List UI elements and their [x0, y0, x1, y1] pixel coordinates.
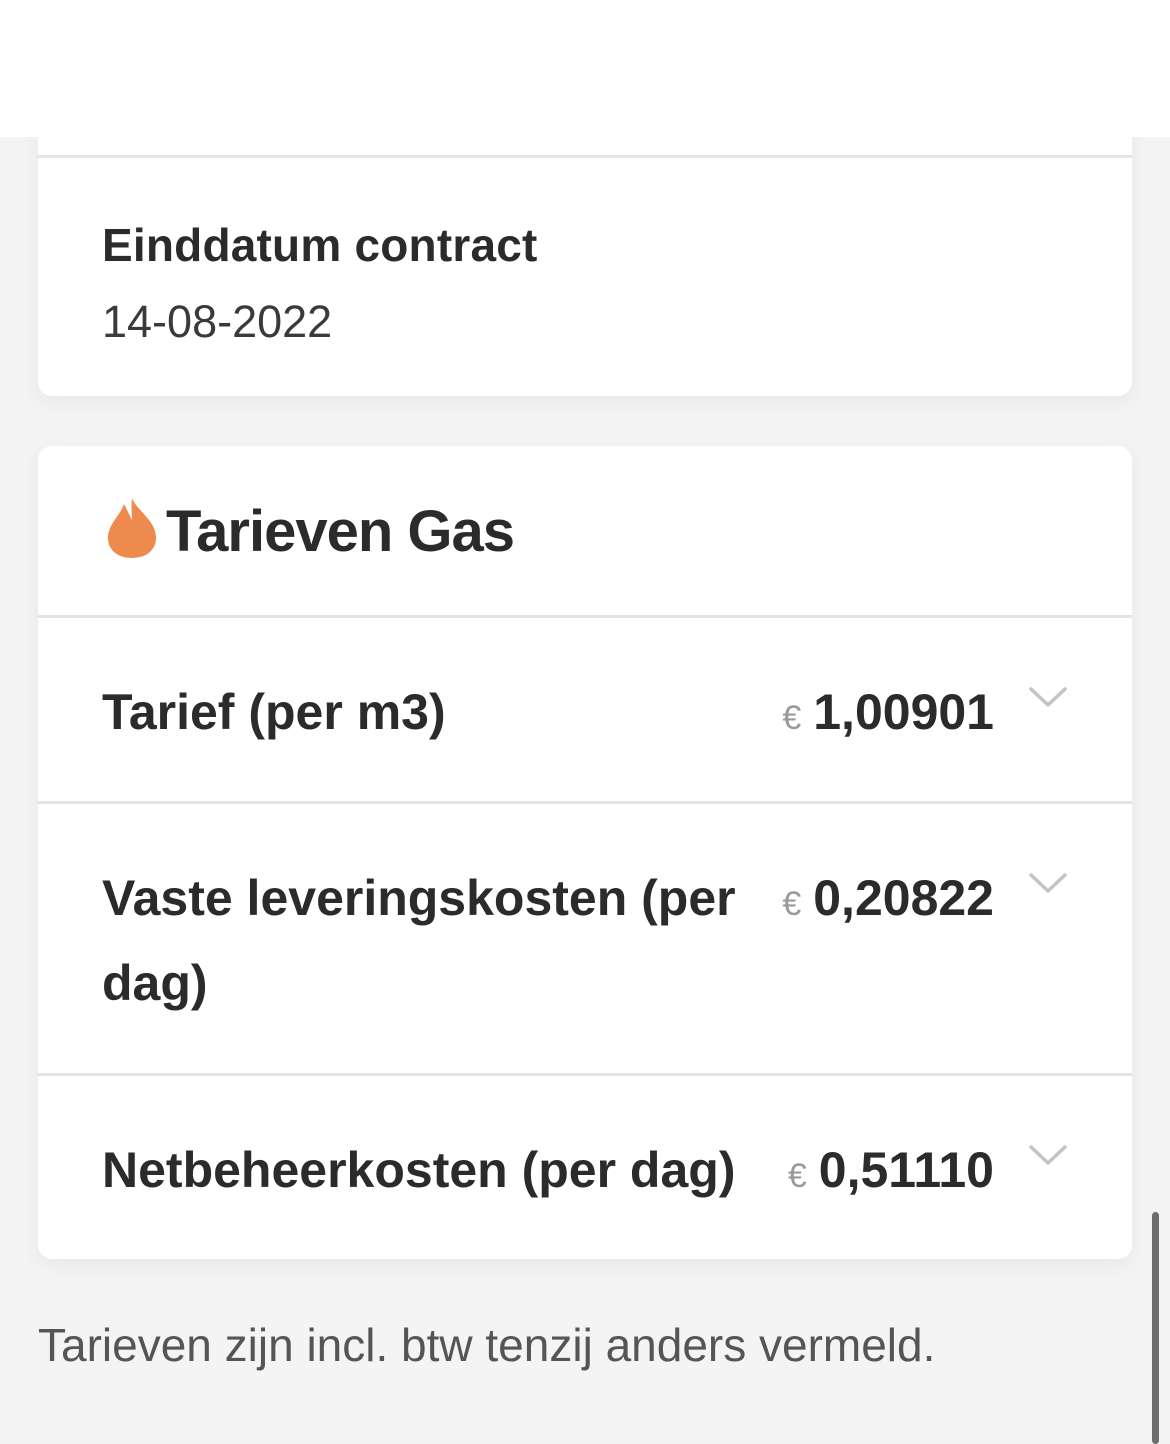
- rate-row-tarief[interactable]: Tarief (per m3) €1,00901: [38, 618, 1132, 804]
- rate-label: Netbeheerkosten (per dag): [102, 1142, 736, 1198]
- rate-label: Tarief (per m3): [102, 684, 446, 740]
- rate-value: €0,20822: [782, 856, 994, 947]
- rate-amount: 0,20822: [813, 870, 994, 926]
- chevron-down-icon[interactable]: [1028, 686, 1068, 710]
- gas-rates-title: Tarieven Gas: [166, 499, 515, 564]
- vat-footnote: Tarieven zijn incl. btw tenzij anders ve…: [38, 1319, 936, 1371]
- currency-symbol: €: [782, 885, 802, 923]
- flame-icon: [108, 498, 156, 558]
- rate-value: €1,00901: [782, 670, 994, 761]
- gas-rates-header: Tarieven Gas: [38, 446, 1132, 618]
- rate-label: Vaste leveringskosten (per dag): [102, 870, 736, 1011]
- divider: [38, 155, 1132, 158]
- rate-row-netbeheerkosten[interactable]: Netbeheerkosten (per dag) €0,51110: [38, 1076, 1132, 1259]
- rate-value: €0,51110: [788, 1128, 994, 1219]
- rate-amount: 1,00901: [813, 684, 994, 740]
- rate-amount: 0,51110: [818, 1142, 994, 1198]
- top-bar: [0, 0, 1170, 137]
- scrollbar[interactable]: [1152, 1212, 1159, 1444]
- rate-row-vaste-leveringskosten[interactable]: Vaste leveringskosten (per dag) €0,20822: [38, 804, 1132, 1076]
- currency-symbol: €: [787, 1157, 807, 1195]
- end-date-label: Einddatum contract: [102, 219, 538, 271]
- chevron-down-icon[interactable]: [1028, 872, 1068, 896]
- chevron-down-icon[interactable]: [1028, 1144, 1068, 1168]
- gas-rates-card: Tarieven Gas Tarief (per m3) €1,00901 Va…: [38, 446, 1132, 1259]
- currency-symbol: €: [782, 699, 802, 737]
- end-date-value: 14-08-2022: [102, 296, 333, 347]
